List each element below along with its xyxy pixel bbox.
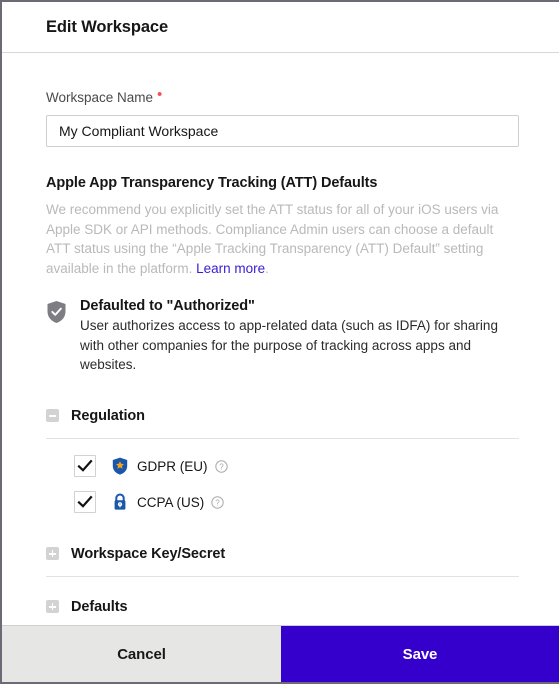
question-circle-icon-gdpr[interactable]: ? (214, 459, 228, 473)
svg-text:?: ? (216, 498, 221, 507)
att-default-state: Defaulted to "Authorized" User authorize… (46, 298, 516, 375)
checkbox-gdpr[interactable] (74, 455, 96, 477)
question-circle-icon-ccpa[interactable]: ? (211, 495, 224, 509)
att-helper-text-part1: We recommend you explicitly set the ATT … (46, 202, 499, 276)
svg-text:?: ? (219, 462, 224, 471)
accordion-defaults-header[interactable]: Defaults (46, 596, 516, 618)
page-title: Edit Workspace (46, 17, 169, 36)
modal-body: Workspace Name • Apple App Transparency … (2, 53, 559, 625)
regulation-label-gdpr: GDPR (EU) (137, 458, 208, 474)
att-section-heading: Apple App Transparency Tracking (ATT) De… (46, 175, 378, 191)
accordion-workspace-key-secret: Workspace Key/Secret (46, 543, 519, 577)
att-default-text: Defaulted to "Authorized" User authorize… (80, 298, 516, 375)
shield-star-icon (112, 457, 128, 475)
required-marker-icon: • (157, 86, 163, 103)
divider (46, 575, 519, 577)
accordion-defaults: Defaults (46, 596, 516, 626)
regulation-row-ccpa[interactable]: CCPA (US) ? (74, 491, 516, 513)
accordion-defaults-label: Defaults (71, 598, 128, 615)
att-helper-text: We recommend you explicitly set the ATT … (46, 200, 520, 278)
accordion-regulation-header[interactable]: Regulation (46, 405, 516, 427)
accordion-workspace-key-secret-label: Workspace Key/Secret (71, 545, 226, 562)
workspace-name-input[interactable] (46, 115, 519, 147)
plus-square-icon-defaults[interactable] (46, 600, 59, 613)
learn-more-link[interactable]: Learn more (196, 261, 265, 276)
att-default-description: User authorizes access to app-related da… (80, 318, 498, 372)
regulation-row-gdpr[interactable]: GDPR (EU) ? (74, 455, 516, 477)
shield-check-icon (46, 300, 67, 324)
accordion-workspace-key-secret-header[interactable]: Workspace Key/Secret (46, 543, 516, 565)
accordion-regulation: Regulation GDPR (EU) ? CCPA (US) ? (46, 405, 519, 513)
att-default-title: Defaulted to "Authorized" (80, 298, 255, 314)
cancel-button[interactable]: Cancel (2, 626, 281, 682)
accordion-regulation-label: Regulation (71, 407, 145, 424)
plus-square-icon-workspace-key-secret[interactable] (46, 547, 59, 560)
minus-square-icon[interactable] (46, 409, 59, 422)
workspace-name-label: Workspace Name (46, 90, 154, 105)
checkbox-ccpa[interactable] (74, 491, 96, 513)
att-helper-text-part2: . (265, 260, 269, 276)
edit-workspace-modal: Edit Workspace Workspace Name • Apple Ap… (0, 0, 559, 684)
modal-header: Edit Workspace (2, 2, 559, 53)
modal-footer: Cancel Save (2, 625, 559, 682)
save-button[interactable]: Save (281, 626, 559, 682)
divider (46, 437, 519, 439)
lock-icon (112, 493, 128, 511)
regulation-label-ccpa: CCPA (US) (137, 494, 205, 510)
workspace-name-label-row: Workspace Name • (46, 86, 516, 107)
